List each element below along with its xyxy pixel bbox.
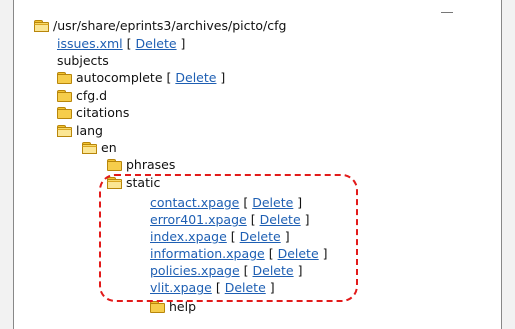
delete-link[interactable]: Delete: [252, 195, 293, 210]
tree-file-error401-xpage: error401.xpage [ Delete ]: [150, 212, 310, 227]
tree-file-issues-xml: issues.xml [ Delete ]: [57, 36, 186, 51]
file-link-information-xpage[interactable]: information.xpage: [150, 246, 265, 261]
folder-icon: [57, 72, 72, 84]
folder-open-icon: [82, 142, 97, 154]
tree-folder-phrases[interactable]: phrases: [107, 156, 175, 173]
tree-file-policies-xpage: policies.xpage [ Delete ]: [150, 263, 303, 278]
tree-root[interactable]: /usr/share/eprints3/archives/picto/cfg: [34, 17, 286, 34]
tree-file-contact-xpage: contact.xpage [ Delete ]: [150, 195, 303, 210]
delete-link[interactable]: Delete: [260, 212, 301, 227]
file-link-index-xpage[interactable]: index.xpage: [150, 229, 227, 244]
folder-icon: [150, 301, 165, 313]
file-link-issues-xml[interactable]: issues.xml: [57, 36, 123, 51]
folder-label: cfg.d: [76, 88, 108, 103]
delete-link[interactable]: Delete: [175, 70, 216, 85]
delete-link[interactable]: Delete: [225, 280, 266, 295]
tree-folder-cfg-d[interactable]: cfg.d: [57, 87, 107, 104]
folder-open-icon: [34, 20, 49, 32]
root-path: /usr/share/eprints3/archives/picto/cfg: [53, 18, 287, 33]
delete-link[interactable]: Delete: [278, 246, 319, 261]
folder-label: phrases: [126, 157, 176, 172]
tree-folder-lang[interactable]: lang: [57, 122, 103, 139]
tree-folder-citations[interactable]: citations: [57, 104, 129, 121]
delete-link[interactable]: Delete: [253, 263, 294, 278]
tree-file-index-xpage: index.xpage [ Delete ]: [150, 229, 290, 244]
folder-label: en: [101, 140, 117, 155]
folder-label: autocomplete: [76, 70, 163, 85]
tree-folder-en[interactable]: en: [82, 139, 117, 156]
file-link-vlit-xpage[interactable]: vlit.xpage: [150, 280, 212, 295]
tree-folder-autocomplete[interactable]: autocomplete [ Delete ]: [57, 69, 225, 86]
divider: [441, 12, 453, 13]
folder-label: lang: [76, 123, 103, 138]
folder-icon: [107, 159, 122, 171]
tree-file-information-xpage: information.xpage [ Delete ]: [150, 246, 328, 261]
file-tree-panel: /usr/share/eprints3/archives/picto/cfg i…: [13, 0, 502, 329]
file-link-error401-xpage[interactable]: error401.xpage: [150, 212, 247, 227]
folder-open-icon: [107, 177, 122, 189]
tree-file-vlit-xpage: vlit.xpage [ Delete ]: [150, 280, 275, 295]
folder-label: citations: [76, 105, 130, 120]
file-link-contact-xpage[interactable]: contact.xpage: [150, 195, 239, 210]
tree-item-subjects: subjects: [57, 52, 109, 69]
folder-label: static: [126, 175, 161, 190]
folder-label: help: [169, 299, 197, 314]
folder-open-icon: [57, 125, 72, 137]
item-label: subjects: [57, 53, 109, 68]
file-link-policies-xpage[interactable]: policies.xpage: [150, 263, 240, 278]
delete-link[interactable]: Delete: [240, 229, 281, 244]
tree-folder-static[interactable]: static: [107, 174, 160, 191]
tree-folder-help[interactable]: help: [150, 298, 196, 315]
folder-icon: [57, 107, 72, 119]
delete-link[interactable]: Delete: [136, 36, 177, 51]
folder-icon: [57, 90, 72, 102]
